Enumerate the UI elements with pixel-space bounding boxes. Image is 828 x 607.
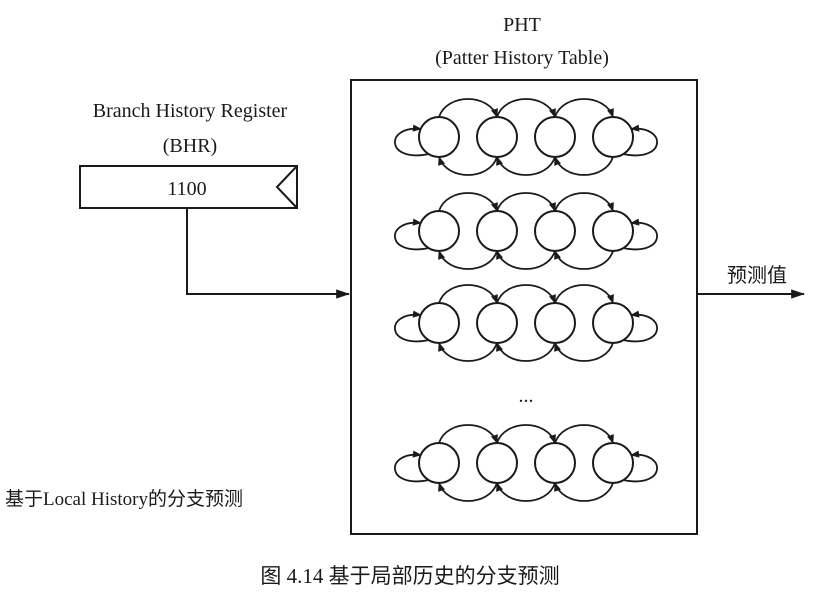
transition-taken-arc bbox=[438, 192, 498, 212]
transition-taken-arc bbox=[438, 284, 498, 304]
transition-taken-arc bbox=[554, 424, 614, 444]
transition-not-taken-arc bbox=[554, 250, 614, 270]
counter-state-2 bbox=[476, 302, 518, 344]
transition-not-taken-arc bbox=[438, 250, 498, 270]
bhr-label-abbrev: (BHR) bbox=[163, 135, 217, 157]
prediction-output-label: 预测值 bbox=[727, 264, 787, 287]
bhr-label: Branch History Register bbox=[93, 100, 288, 122]
transition-not-taken-arc bbox=[438, 482, 498, 502]
counter-state-4 bbox=[592, 442, 634, 484]
pht-title: PHT bbox=[503, 14, 541, 36]
transition-taken-arc bbox=[496, 284, 556, 304]
bhr-to-pht-arrow bbox=[186, 208, 351, 299]
transition-not-taken-arc bbox=[496, 250, 556, 270]
pht-row-1 bbox=[394, 98, 658, 176]
transition-taken-arc bbox=[438, 424, 498, 444]
pht-subtitle: (Patter History Table) bbox=[435, 47, 609, 69]
figure-caption: 图 4.14 基于局部历史的分支预测 bbox=[260, 564, 559, 588]
transition-not-taken-arc bbox=[438, 342, 498, 362]
counter-state-1 bbox=[418, 442, 460, 484]
counter-state-2 bbox=[476, 442, 518, 484]
transition-not-taken-arc bbox=[554, 342, 614, 362]
transition-not-taken-arc bbox=[438, 156, 498, 176]
bhr-shift-notch bbox=[275, 165, 298, 209]
transition-not-taken-arc bbox=[554, 482, 614, 502]
transition-taken-arc bbox=[554, 284, 614, 304]
transition-not-taken-arc bbox=[496, 156, 556, 176]
local-history-branch-predictor-diagram: PHT (Patter History Table) Branch Histor… bbox=[5, 14, 806, 588]
transition-taken-arc bbox=[496, 192, 556, 212]
pht-row-3 bbox=[394, 284, 658, 362]
counter-state-4 bbox=[592, 116, 634, 158]
counter-state-3 bbox=[534, 302, 576, 344]
counter-state-1 bbox=[418, 302, 460, 344]
counter-state-1 bbox=[418, 210, 460, 252]
counter-state-2 bbox=[476, 210, 518, 252]
counter-state-3 bbox=[534, 210, 576, 252]
counter-state-1 bbox=[418, 116, 460, 158]
counter-state-4 bbox=[592, 210, 634, 252]
bhr-value: 1100 bbox=[167, 178, 206, 200]
pht-row-4 bbox=[394, 424, 658, 502]
transition-not-taken-arc bbox=[554, 156, 614, 176]
pht-row-2 bbox=[394, 192, 658, 270]
transition-taken-arc bbox=[496, 424, 556, 444]
transition-not-taken-arc bbox=[496, 342, 556, 362]
transition-taken-arc bbox=[554, 192, 614, 212]
pht-box bbox=[350, 79, 698, 535]
counter-state-2 bbox=[476, 116, 518, 158]
counter-state-3 bbox=[534, 116, 576, 158]
side-label: 基于Local History的分支预测 bbox=[5, 488, 243, 510]
transition-not-taken-arc bbox=[496, 482, 556, 502]
transition-taken-arc bbox=[554, 98, 614, 118]
transition-taken-arc bbox=[438, 98, 498, 118]
transition-taken-arc bbox=[496, 98, 556, 118]
pht-ellipsis: ... bbox=[519, 385, 534, 407]
counter-state-3 bbox=[534, 442, 576, 484]
counter-state-4 bbox=[592, 302, 634, 344]
